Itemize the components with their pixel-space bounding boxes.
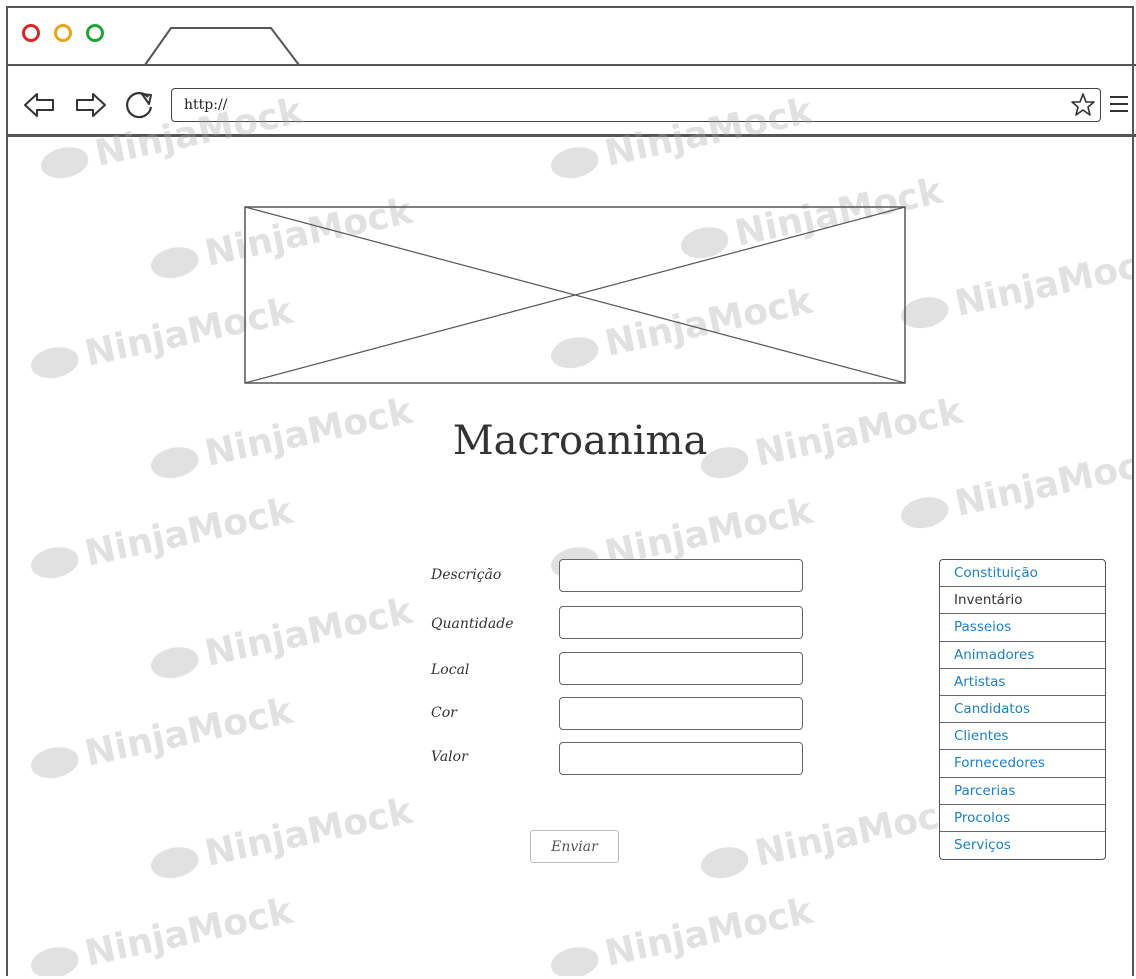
- field-label-descricao: Descrição: [431, 567, 502, 583]
- side-menu: Constituição Inventário Passeios Animado…: [939, 559, 1106, 861]
- image-placeholder: [244, 206, 906, 384]
- side-menu-item-candidatos[interactable]: Candidatos: [940, 696, 1105, 724]
- side-menu-item-constituicao[interactable]: Constituição: [940, 560, 1105, 588]
- field-label-local: Local: [431, 662, 470, 678]
- watermark: NinjaMock: [27, 891, 296, 976]
- side-menu-item-clientes[interactable]: Clientes: [940, 723, 1105, 751]
- watermark: NinjaMock: [147, 391, 416, 487]
- toolbar-divider: [8, 134, 1136, 137]
- side-menu-item-animadores[interactable]: Animadores: [940, 642, 1105, 669]
- page-title: Macroanima: [452, 418, 708, 464]
- watermark: NinjaMock: [547, 891, 816, 976]
- side-menu-item-fornecedores[interactable]: Fornecedores: [940, 750, 1105, 778]
- field-label-cor: Cor: [431, 705, 457, 721]
- quantidade-input[interactable]: [559, 606, 803, 639]
- watermark: NinjaMock: [147, 791, 416, 887]
- descricao-input[interactable]: [559, 559, 803, 592]
- star-icon[interactable]: [1070, 92, 1096, 118]
- tab-divider: [8, 64, 1136, 66]
- reload-icon[interactable]: [122, 88, 156, 122]
- maximize-dot-icon[interactable]: [86, 24, 104, 42]
- side-menu-item-procolos[interactable]: Procolos: [940, 805, 1105, 832]
- watermark: NinjaMock: [897, 241, 1132, 337]
- address-input[interactable]: [172, 89, 1046, 121]
- side-menu-item-passeios[interactable]: Passeios: [940, 614, 1105, 642]
- valor-input[interactable]: [559, 742, 803, 775]
- side-menu-item-artistas[interactable]: Artistas: [940, 669, 1105, 696]
- cor-input[interactable]: [559, 697, 803, 730]
- field-label-quantidade: Quantidade: [431, 616, 514, 632]
- browser-tab[interactable]: [143, 26, 303, 66]
- watermark: NinjaMock: [27, 691, 296, 787]
- local-input[interactable]: [559, 652, 803, 685]
- submit-button[interactable]: Enviar: [530, 830, 619, 863]
- watermark: NinjaMock: [697, 791, 966, 887]
- close-dot-icon[interactable]: [22, 24, 40, 42]
- field-label-valor: Valor: [431, 749, 468, 765]
- minimize-dot-icon[interactable]: [54, 24, 72, 42]
- side-menu-item-inventario[interactable]: Inventário: [940, 587, 1105, 615]
- hamburger-menu-icon[interactable]: [1110, 96, 1128, 112]
- back-arrow-icon[interactable]: [22, 88, 56, 122]
- watermark: NinjaMock: [27, 491, 296, 587]
- side-menu-item-servicos[interactable]: Serviços: [940, 832, 1105, 859]
- watermark: NinjaMock: [897, 441, 1132, 537]
- forward-arrow-icon[interactable]: [74, 88, 108, 122]
- address-bar[interactable]: [171, 88, 1101, 122]
- watermark: NinjaMock: [147, 591, 416, 687]
- side-menu-item-parcerias[interactable]: Parcerias: [940, 778, 1105, 805]
